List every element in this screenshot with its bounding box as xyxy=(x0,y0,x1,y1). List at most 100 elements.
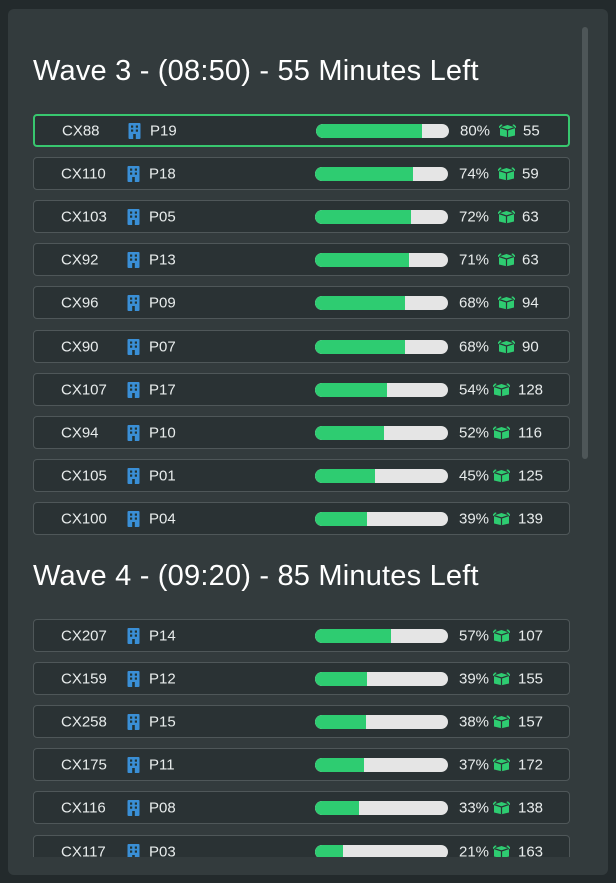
carrier-row[interactable]: CX159 P12 39% 155 xyxy=(33,662,570,695)
wave-list[interactable]: Wave 3 - (08:50) - 55 Minutes Left CX88 … xyxy=(8,9,598,857)
door-id: P10 xyxy=(149,424,176,441)
progress-percent: 71% xyxy=(459,251,490,268)
box-icon xyxy=(492,382,511,396)
building-icon xyxy=(127,670,140,687)
box-icon xyxy=(492,468,511,482)
progress-bar xyxy=(315,468,448,483)
carrier-row[interactable]: CX105 P01 45% 125 xyxy=(33,459,570,492)
box-icon xyxy=(498,123,517,137)
carrier-row[interactable]: CX94 P10 52% 116 xyxy=(33,416,570,449)
carrier-id: CX110 xyxy=(61,165,106,182)
door-id: P09 xyxy=(149,294,176,311)
progress-fill xyxy=(315,714,366,729)
box-icon xyxy=(492,628,511,642)
box-count: 128 xyxy=(518,381,544,398)
box-count: 125 xyxy=(518,467,544,484)
progress-percent: 52% xyxy=(459,424,490,441)
box-count: 163 xyxy=(518,843,544,857)
carrier-id: CX96 xyxy=(61,294,99,311)
box-icon xyxy=(497,295,516,309)
progress-bar xyxy=(315,844,448,857)
carrier-id: CX105 xyxy=(61,467,107,484)
progress-fill xyxy=(315,671,367,686)
carrier-id: CX88 xyxy=(62,122,100,139)
building-icon xyxy=(127,843,140,857)
progress-bar xyxy=(315,628,448,643)
carrier-id: CX103 xyxy=(61,208,107,225)
door-id: P07 xyxy=(149,338,176,355)
box-icon xyxy=(492,425,511,439)
building-icon xyxy=(127,251,140,268)
carrier-id: CX100 xyxy=(61,510,107,527)
carrier-row[interactable]: CX207 P14 57% 107 xyxy=(33,619,570,652)
box-icon xyxy=(497,339,516,353)
progress-percent: 38% xyxy=(459,713,490,730)
scrollbar[interactable] xyxy=(582,27,588,459)
door-id: P19 xyxy=(150,122,177,139)
progress-bar xyxy=(315,339,448,354)
carrier-id: CX90 xyxy=(61,338,99,355)
carrier-id: CX92 xyxy=(61,251,99,268)
carrier-id: CX117 xyxy=(61,843,106,857)
carrier-id: CX175 xyxy=(61,756,107,773)
progress-percent: 21% xyxy=(459,843,490,857)
box-count: 107 xyxy=(518,627,544,644)
progress-fill xyxy=(315,844,343,857)
building-icon xyxy=(127,165,140,182)
building-icon xyxy=(127,510,140,527)
progress-fill xyxy=(315,757,365,772)
wave-panel: Wave 3 - (08:50) - 55 Minutes Left CX88 … xyxy=(8,9,608,875)
box-icon xyxy=(497,209,516,223)
progress-percent: 39% xyxy=(459,670,490,687)
door-id: P15 xyxy=(149,713,176,730)
box-icon xyxy=(492,757,511,771)
building-icon xyxy=(127,381,140,398)
carrier-row[interactable]: CX107 P17 54% 128 xyxy=(33,373,570,406)
box-count: 94 xyxy=(522,294,539,311)
progress-fill xyxy=(315,252,410,267)
building-icon xyxy=(127,294,140,311)
progress-percent: 74% xyxy=(459,165,490,182)
progress-fill xyxy=(315,628,391,643)
carrier-row[interactable]: CX88 P19 80% 55 xyxy=(33,114,570,147)
carrier-row[interactable]: CX110 P18 74% 59 xyxy=(33,157,570,190)
progress-bar xyxy=(315,671,448,686)
building-icon xyxy=(127,424,140,441)
carrier-row[interactable]: CX103 P05 72% 63 xyxy=(33,200,570,233)
building-icon xyxy=(127,799,140,816)
progress-fill xyxy=(315,468,375,483)
door-id: P04 xyxy=(149,510,176,527)
carrier-id: CX159 xyxy=(61,670,107,687)
building-icon xyxy=(127,756,140,773)
progress-percent: 54% xyxy=(459,381,490,398)
progress-bar xyxy=(315,714,448,729)
carrier-row[interactable]: CX258 P15 38% 157 xyxy=(33,705,570,738)
box-icon xyxy=(492,671,511,685)
box-count: 90 xyxy=(522,338,539,355)
box-count: 155 xyxy=(518,670,544,687)
progress-fill xyxy=(315,166,414,181)
carrier-row[interactable]: CX116 P08 33% 138 xyxy=(33,791,570,824)
carrier-row[interactable]: CX96 P09 68% 94 xyxy=(33,286,570,319)
building-icon xyxy=(127,713,140,730)
carrier-row[interactable]: CX117 P03 21% 163 xyxy=(33,835,570,857)
door-id: P18 xyxy=(149,165,176,182)
progress-fill xyxy=(315,800,359,815)
progress-bar xyxy=(316,123,449,138)
carrier-id: CX207 xyxy=(61,627,107,644)
progress-bar xyxy=(315,757,448,772)
carrier-row[interactable]: CX175 P11 37% 172 xyxy=(33,748,570,781)
building-icon xyxy=(127,338,140,355)
box-icon xyxy=(492,844,511,857)
carrier-row[interactable]: CX92 P13 71% 63 xyxy=(33,243,570,276)
box-icon xyxy=(497,252,516,266)
door-id: P14 xyxy=(149,627,176,644)
progress-fill xyxy=(316,123,423,138)
progress-percent: 33% xyxy=(459,799,490,816)
progress-percent: 45% xyxy=(459,467,490,484)
carrier-row[interactable]: CX90 P07 68% 90 xyxy=(33,330,570,363)
carrier-row[interactable]: CX100 P04 39% 139 xyxy=(33,502,570,535)
box-count: 63 xyxy=(522,208,539,225)
carrier-id: CX107 xyxy=(61,381,107,398)
door-id: P03 xyxy=(149,843,176,857)
